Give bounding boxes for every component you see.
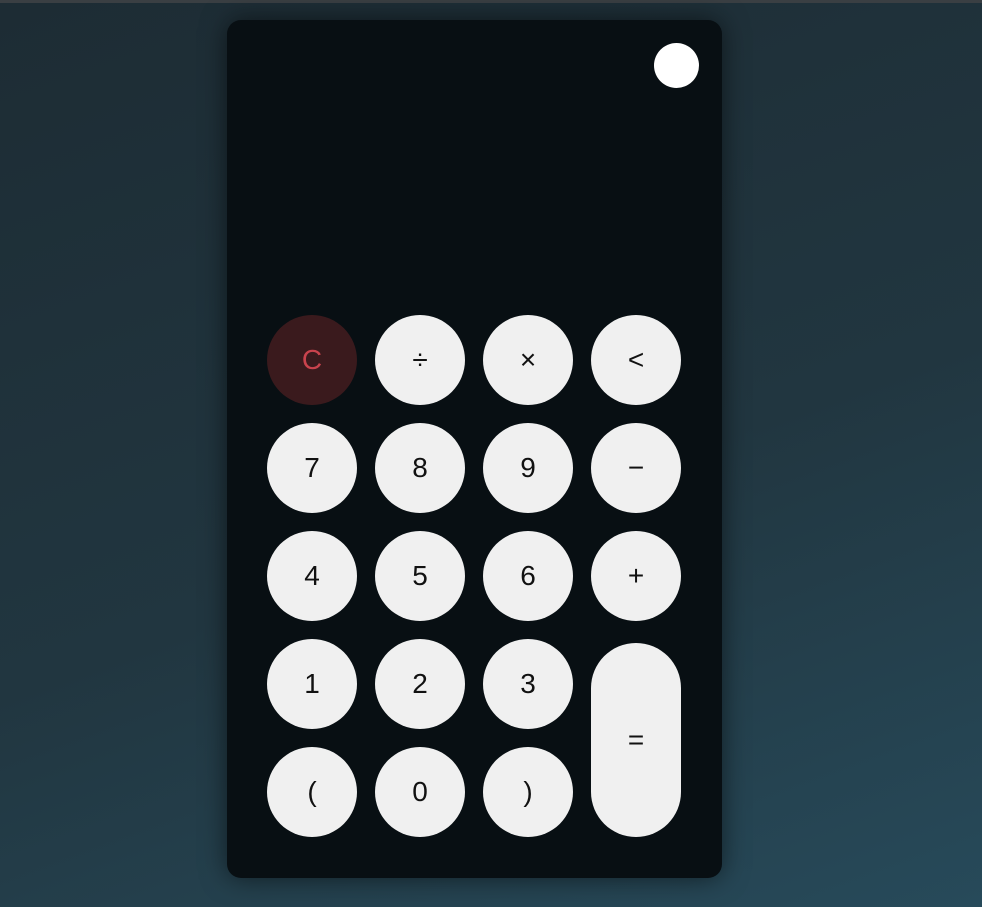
keypad: C ÷ × < 7 8 9 − 4 5 6 + 1 2 3 = ( 0 ) <box>267 315 681 837</box>
calculator-display <box>267 110 681 300</box>
digit-1-button[interactable]: 1 <box>267 639 357 729</box>
backspace-button[interactable]: < <box>591 315 681 405</box>
open-paren-button[interactable]: ( <box>267 747 357 837</box>
digit-5-button[interactable]: 5 <box>375 531 465 621</box>
equals-button[interactable]: = <box>591 643 681 837</box>
multiply-button[interactable]: × <box>483 315 573 405</box>
digit-0-button[interactable]: 0 <box>375 747 465 837</box>
subtract-button[interactable]: − <box>591 423 681 513</box>
theme-toggle-button[interactable] <box>654 43 699 88</box>
clear-button[interactable]: C <box>267 315 357 405</box>
calculator-panel: C ÷ × < 7 8 9 − 4 5 6 + 1 2 3 = ( 0 ) <box>227 20 722 878</box>
add-button[interactable]: + <box>591 531 681 621</box>
digit-4-button[interactable]: 4 <box>267 531 357 621</box>
divide-button[interactable]: ÷ <box>375 315 465 405</box>
digit-7-button[interactable]: 7 <box>267 423 357 513</box>
digit-3-button[interactable]: 3 <box>483 639 573 729</box>
digit-6-button[interactable]: 6 <box>483 531 573 621</box>
digit-2-button[interactable]: 2 <box>375 639 465 729</box>
digit-9-button[interactable]: 9 <box>483 423 573 513</box>
window-top-edge <box>0 0 982 3</box>
close-paren-button[interactable]: ) <box>483 747 573 837</box>
digit-8-button[interactable]: 8 <box>375 423 465 513</box>
